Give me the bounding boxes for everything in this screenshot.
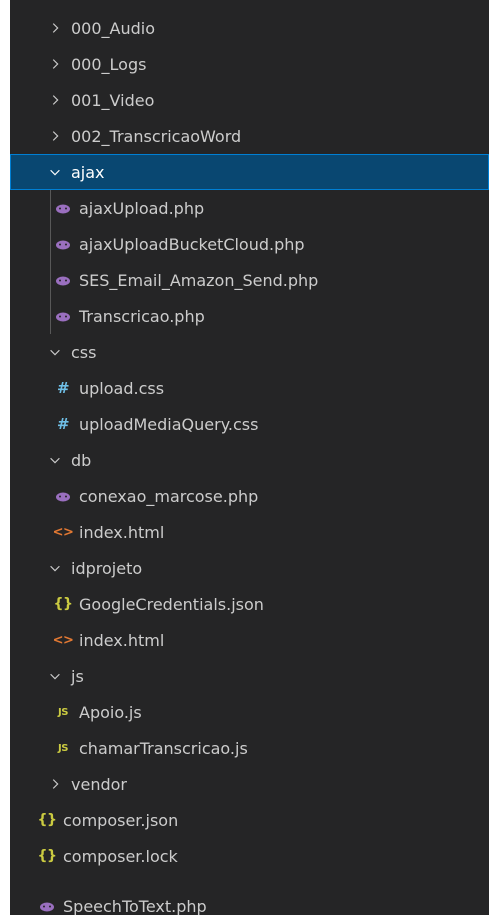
php-icon (39, 898, 55, 914)
tree-item-label: Apoio.js (79, 702, 142, 722)
php-icon (55, 272, 71, 288)
tree-file-chamartranscricao-js[interactable]: JS chamarTranscricao.js (10, 730, 489, 766)
tree-item-label: ajax (71, 162, 105, 182)
tree-item-label: SpeechToText.php (63, 896, 207, 915)
json-icon: {} (37, 848, 57, 864)
html-icon: <> (52, 632, 74, 648)
tree-item-label: 000_Audio (71, 18, 156, 38)
tree-item-label: ajaxUpload.php (79, 198, 205, 218)
tree-folder-000-logs[interactable]: 000_Logs (10, 46, 489, 82)
php-icon (55, 308, 71, 324)
js-icon: JS (58, 742, 68, 754)
php-icon (55, 200, 71, 216)
tree-file-googlecredentials-json[interactable]: {} GoogleCredentials.json (10, 586, 489, 622)
tree-file-ajaxupload-php[interactable]: ajaxUpload.php (10, 190, 489, 226)
tree-folder-vendor[interactable]: vendor (10, 766, 489, 802)
tree-file-uploadmediaquery-css[interactable]: # uploadMediaQuery.css (10, 406, 489, 442)
tree-item-label: css (71, 342, 97, 362)
chevron-right-icon (47, 776, 63, 792)
tree-item-label: vendor (71, 774, 127, 794)
tree-item-label: ajaxUploadBucketCloud.php (79, 234, 305, 254)
tree-item-label: db (71, 450, 92, 470)
chevron-down-icon (47, 668, 63, 684)
tree-file-ses-email-amazon-send-php[interactable]: SES_Email_Amazon_Send.php (10, 262, 489, 298)
tree-item-label: index.html (79, 630, 165, 650)
tree-file-composer-lock[interactable]: {} composer.lock (10, 838, 489, 874)
tree-file-speechtotext-php[interactable]: SpeechToText.php (10, 888, 489, 915)
chevron-right-icon (47, 56, 63, 72)
tree-folder-000-audio[interactable]: 000_Audio (10, 10, 489, 46)
tree-item-label: chamarTranscricao.js (79, 738, 248, 758)
tree-item-label: 002_TranscricaoWord (71, 126, 242, 146)
tree-item-label: GoogleCredentials.json (79, 594, 264, 614)
tree-file-index-html-idprojeto[interactable]: <> index.html (10, 622, 489, 658)
tree-item-label: upload.css (79, 378, 165, 398)
tree-folder-001-video[interactable]: 001_Video (10, 82, 489, 118)
chevron-down-icon (47, 452, 63, 468)
tree-item-label: Transcricao.php (79, 306, 205, 326)
tree-file-apoio-js[interactable]: JS Apoio.js (10, 694, 489, 730)
tree-folder-ajax[interactable]: ajax (10, 154, 489, 190)
css-icon: # (56, 379, 70, 397)
tree-item-label: index.html (79, 522, 165, 542)
chevron-right-icon (47, 20, 63, 36)
tree-item-label: uploadMediaQuery.css (79, 414, 259, 434)
tree-file-ajaxuploadbucketcloud-php[interactable]: ajaxUploadBucketCloud.php (10, 226, 489, 262)
tree-item-label: SES_Email_Amazon_Send.php (79, 270, 319, 290)
indent-guide (50, 298, 51, 334)
file-explorer-tree: 000_Audio 000_Logs 001_Video 002_Transcr… (10, 0, 489, 915)
tree-item-label: js (71, 666, 84, 686)
tree-folder-002-transcricaoword[interactable]: 002_TranscricaoWord (10, 118, 489, 154)
tree-item-label: conexao_marcose.php (79, 486, 259, 506)
tree-folder-db[interactable]: db (10, 442, 489, 478)
tree-file-index-html-db[interactable]: <> index.html (10, 514, 489, 550)
chevron-right-icon (47, 128, 63, 144)
chevron-down-icon (47, 560, 63, 576)
tree-item-label: composer.lock (63, 846, 178, 866)
indent-guide (50, 226, 51, 262)
js-icon: JS (58, 706, 68, 718)
chevron-down-icon (47, 344, 63, 360)
indent-guide (50, 190, 51, 226)
tree-item-label: 000_Logs (71, 54, 147, 74)
html-icon: <> (52, 524, 74, 540)
json-icon: {} (53, 596, 73, 612)
css-icon: # (56, 415, 70, 433)
tree-file-composer-json[interactable]: {} composer.json (10, 802, 489, 838)
tree-item-label: 001_Video (71, 90, 155, 110)
tree-item-label: composer.json (63, 810, 179, 830)
tree-file-upload-css[interactable]: # upload.css (10, 370, 489, 406)
chevron-down-icon (47, 164, 63, 180)
php-icon (55, 236, 71, 252)
tree-folder-idprojeto[interactable]: idprojeto (10, 550, 489, 586)
chevron-right-icon (47, 92, 63, 108)
tree-folder-js[interactable]: js (10, 658, 489, 694)
tree-file-transcricao-php[interactable]: Transcricao.php (10, 298, 489, 334)
indent-guide (50, 262, 51, 298)
tree-file-conexao-marcose-php[interactable]: conexao_marcose.php (10, 478, 489, 514)
tree-folder-css[interactable]: css (10, 334, 489, 370)
php-icon (55, 488, 71, 504)
json-icon: {} (37, 812, 57, 828)
tree-item-label: idprojeto (71, 558, 143, 578)
